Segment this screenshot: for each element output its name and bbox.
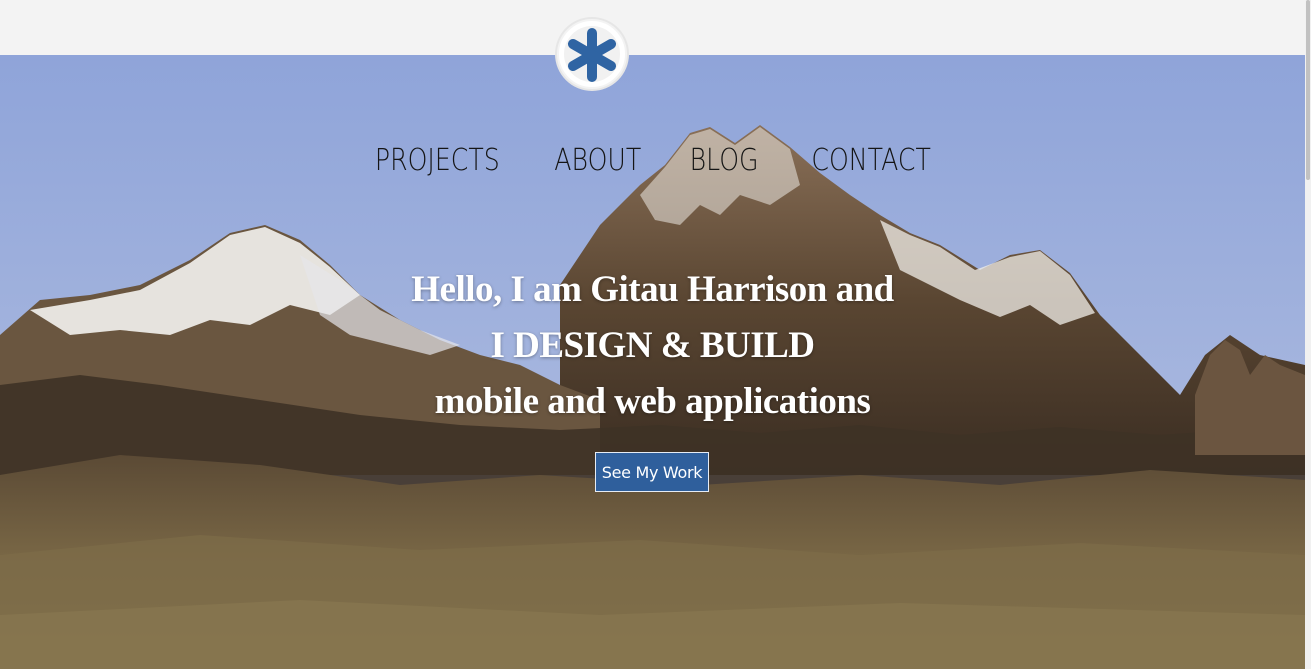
scrollbar[interactable] <box>1305 0 1311 669</box>
logo[interactable] <box>557 19 627 89</box>
nav-item-about[interactable]: ABOUT <box>554 143 641 178</box>
main-nav: PROJECTS ABOUT BLOG CONTACT <box>0 143 1305 178</box>
hero-headline: Hello, I am Gitau Harrison and I DESIGN … <box>0 262 1305 430</box>
scrollbar-thumb[interactable] <box>1306 0 1310 180</box>
page: PROJECTS ABOUT BLOG CONTACT Hello, I am … <box>0 0 1311 669</box>
see-my-work-button[interactable]: See My Work <box>595 452 709 492</box>
hero-line-2: I DESIGN & BUILD <box>490 325 815 366</box>
hero-line-3: mobile and web applications <box>434 381 871 422</box>
hero-line-1: Hello, I am Gitau Harrison and <box>411 269 894 310</box>
nav-item-contact[interactable]: CONTACT <box>811 143 931 178</box>
top-bar <box>0 0 1311 55</box>
nav-item-projects[interactable]: PROJECTS <box>375 143 500 178</box>
nav-item-blog[interactable]: BLOG <box>690 143 759 178</box>
logo-inner <box>559 21 625 87</box>
asterisk-icon <box>562 24 622 84</box>
